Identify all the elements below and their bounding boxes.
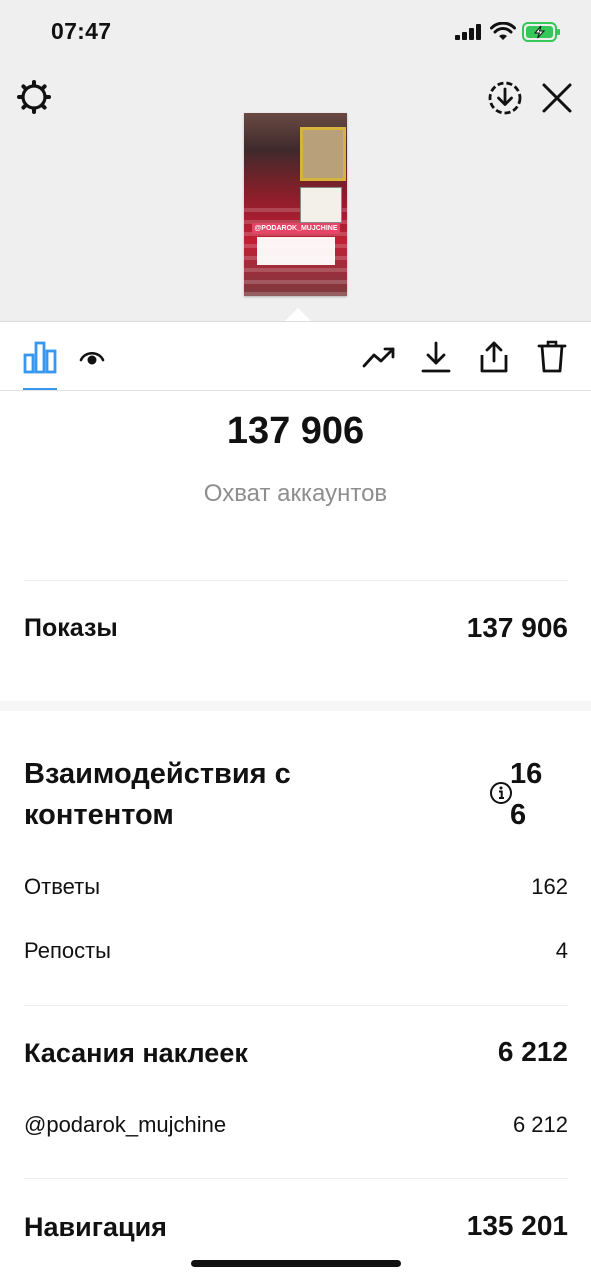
divider (24, 1178, 568, 1179)
trash-icon[interactable] (537, 340, 567, 374)
sticker-taps-label: Касания наклеек (24, 1038, 248, 1068)
battery-charging-icon (522, 22, 560, 42)
section-separator (0, 701, 591, 711)
download-icon[interactable] (420, 340, 452, 374)
shares-label: Репосты (24, 938, 111, 963)
divider (24, 580, 568, 581)
shares-value: 4 (555, 938, 568, 963)
story-thumbnail[interactable]: @PODAROK_MUJCHINE (244, 113, 347, 296)
accounts-reached-label: Охват аккаунтов (203, 480, 388, 507)
trending-up-icon[interactable] (362, 340, 396, 374)
thumbnail-text-note (257, 237, 335, 265)
home-indicator (191, 1260, 401, 1267)
gear-icon[interactable] (17, 80, 51, 114)
active-tab-indicator (23, 388, 57, 390)
close-icon[interactable] (541, 82, 573, 114)
divider (24, 1005, 568, 1006)
viewers-eye-icon[interactable] (79, 348, 105, 368)
interactions-value: 16 6 (510, 754, 560, 836)
navigation-label: Навигация (24, 1212, 167, 1242)
thumbnail-card (300, 187, 342, 223)
replies-label: Ответы (24, 874, 101, 899)
insights-bar-chart-icon[interactable] (23, 340, 57, 374)
status-time: 07:47 (51, 18, 112, 44)
status-bar: 07:47 (0, 0, 591, 62)
interactions-title: Взаимодействия с контентом (24, 758, 291, 831)
interactions-value-text: 16 6 (510, 758, 543, 831)
impressions-label: Показы (24, 614, 118, 642)
thumbnail-frame (300, 127, 346, 181)
impressions-value: 137 906 (466, 612, 568, 643)
mention-sticker-label: @podarok_mujchine (24, 1112, 227, 1137)
wifi-icon (490, 22, 516, 40)
replies-value: 162 (531, 874, 568, 899)
accounts-reached-value: 137 906 (226, 410, 365, 452)
share-icon[interactable] (478, 340, 510, 374)
preview-pointer (284, 308, 312, 322)
thumbnail-mention-sticker: @PODAROK_MUJCHINE (252, 223, 340, 234)
mention-sticker-value: 6 212 (512, 1112, 568, 1137)
navigation-value: 135 201 (466, 1210, 568, 1241)
story-toolbar (0, 322, 591, 391)
save-download-icon[interactable] (487, 80, 523, 116)
cellular-signal-icon (455, 24, 481, 40)
sticker-taps-value: 6 212 (497, 1036, 568, 1067)
